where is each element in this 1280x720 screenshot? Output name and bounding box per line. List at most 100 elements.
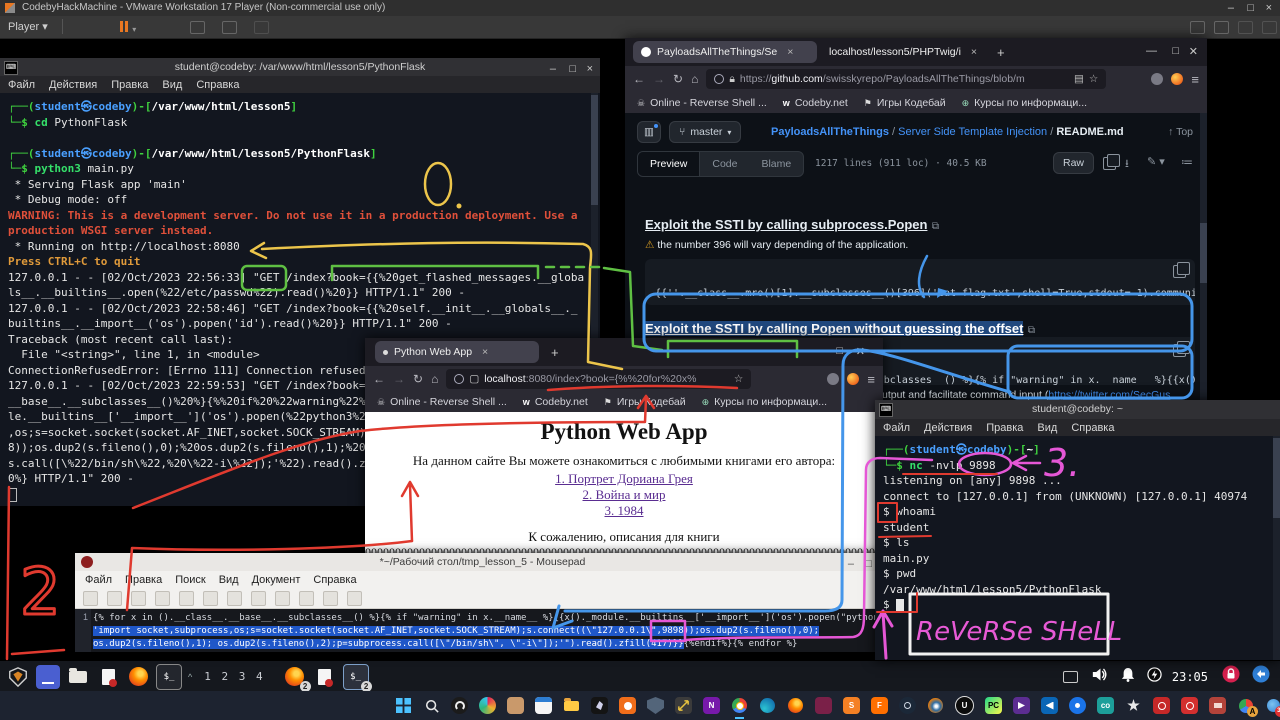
updates-icon[interactable] <box>1252 665 1270 688</box>
taskbar-app-icon-obsidian[interactable] <box>591 697 608 714</box>
menu-item[interactable]: Правка <box>986 422 1023 434</box>
menu-item[interactable]: Файл <box>8 79 35 91</box>
close-button[interactable]: ✕ <box>856 345 865 358</box>
chrome-icon[interactable] <box>731 697 748 714</box>
folder-icon[interactable] <box>66 665 90 689</box>
cut-icon[interactable] <box>251 591 266 606</box>
back-icon[interactable]: ← <box>633 72 645 86</box>
unreal-icon[interactable]: U <box>955 696 974 715</box>
kali-menu-icon[interactable] <box>6 665 30 689</box>
tab-localhost-phptwig[interactable]: localhost/lesson5/PHPTwig/i× <box>821 41 987 63</box>
chrome-profile-icon[interactable]: A <box>1237 697 1254 714</box>
vscode-icon[interactable] <box>1041 697 1058 714</box>
bookmark-star-icon[interactable]: ☆ <box>734 373 743 385</box>
bookmark-item[interactable]: Codeby.net <box>523 396 588 408</box>
reload-icon[interactable]: ↻ <box>673 72 683 86</box>
url-bar[interactable]: ▢ localhost:8080/index?book={%%20for%20x… <box>446 369 751 389</box>
chevron-up-icon[interactable]: ^ <box>188 672 192 682</box>
close-button[interactable]: ✕ <box>1189 45 1198 58</box>
book-link-3[interactable]: 3. 1984 <box>605 503 644 518</box>
menu-hamburger-icon[interactable]: ≡ <box>867 372 875 387</box>
menu-item[interactable]: Файл <box>85 574 112 586</box>
home-icon[interactable]: ⌂ <box>691 72 698 86</box>
running-firefox-icon[interactable]: 2 <box>283 665 307 689</box>
taskbar-app-icon-red[interactable] <box>1209 697 1226 714</box>
tab-blame[interactable]: Blame <box>749 158 803 170</box>
taskbar-app-icon-onenote[interactable]: N <box>703 697 720 714</box>
menu-item[interactable]: Действия <box>49 79 97 91</box>
pycharm-icon[interactable]: PC <box>985 697 1002 714</box>
bookmark-star-icon[interactable]: ☆ <box>1089 73 1098 85</box>
search-replace-icon[interactable] <box>347 591 362 606</box>
vm-device-icon-2[interactable] <box>1214 21 1229 34</box>
copy-code-icon[interactable] <box>1173 265 1186 278</box>
power-manager-icon[interactable] <box>1147 667 1162 687</box>
tab-python-web-app[interactable]: Python Web App× <box>375 341 539 363</box>
search-icon[interactable] <box>323 591 338 606</box>
vmware-player-menu[interactable]: Player ▾ <box>8 20 48 33</box>
tab-close-icon[interactable]: × <box>971 46 977 58</box>
reload-icon[interactable]: ↻ <box>413 372 423 386</box>
screen-lock-icon[interactable] <box>1222 665 1240 688</box>
sidebar-toggle-icon[interactable]: ▥ <box>637 121 661 143</box>
menu-item[interactable]: Справка <box>196 79 239 91</box>
vm-send-cad-icon[interactable] <box>190 21 205 34</box>
tab-code[interactable]: Code <box>700 158 749 170</box>
firefox-launcher-icon[interactable] <box>126 665 150 689</box>
menu-item[interactable]: Поиск <box>175 574 205 586</box>
start-button[interactable] <box>395 697 412 714</box>
pocket-icon[interactable] <box>827 373 839 385</box>
vm-unity-icon[interactable] <box>254 21 269 34</box>
copy-code-icon[interactable] <box>1173 344 1186 357</box>
taskbar-app-icon-f[interactable]: F <box>871 697 888 714</box>
anchor-link-icon[interactable]: ⧉ <box>932 221 939 232</box>
terminal-titlebar[interactable]: ⌨ student@codeby: ~ <box>875 400 1280 419</box>
firefox-icon[interactable] <box>787 697 804 714</box>
bookmark-item[interactable]: Курсы по информаци... <box>962 97 1087 109</box>
tab-preview[interactable]: Preview <box>638 152 700 176</box>
search-icon[interactable] <box>423 697 440 714</box>
taskbar-app-icon-stopwatch[interactable] <box>619 697 636 714</box>
outline-icon[interactable]: ≔ <box>1181 155 1193 169</box>
menu-item[interactable]: Вид <box>162 79 182 91</box>
home-icon[interactable]: ⌂ <box>431 372 438 386</box>
bookmark-item[interactable]: Online - Reverse Shell ... <box>377 396 507 408</box>
visual-studio-icon[interactable] <box>1013 697 1030 714</box>
vm-device-icon-4[interactable] <box>1262 21 1277 34</box>
taskbar-app-icon-slack[interactable] <box>479 697 496 714</box>
undo-icon[interactable] <box>203 591 218 606</box>
vm-fullscreen-icon[interactable] <box>222 21 237 34</box>
bookmark-item[interactable]: Codeby.net <box>783 97 848 109</box>
vm-pause-button[interactable]: ▾ <box>120 21 136 35</box>
book-link-1[interactable]: 1. Портрет Дориана Грея <box>555 471 693 486</box>
tab-close-icon[interactable]: × <box>482 346 488 358</box>
menu-hamburger-icon[interactable]: ≡ <box>1191 72 1199 87</box>
new-tab-button[interactable]: + <box>997 45 1005 60</box>
menu-item[interactable]: Справка <box>313 574 356 586</box>
bookmark-item[interactable]: Online - Reverse Shell ... <box>637 97 767 109</box>
taskbar-app-icon-gear1[interactable] <box>1153 697 1170 714</box>
menu-item[interactable]: Справка <box>1071 422 1114 434</box>
copy-file-icon[interactable] <box>1103 157 1116 170</box>
menu-item[interactable]: Правка <box>111 79 148 91</box>
page-scrollbar[interactable] <box>1200 113 1207 415</box>
volume-icon[interactable] <box>1092 667 1109 687</box>
editor-text[interactable]: {% for x in ().__class__.__base__.__subc… <box>93 612 884 651</box>
anchor-link-icon[interactable]: ⧉ <box>1028 325 1035 336</box>
maximize-button[interactable]: □ <box>1172 45 1179 57</box>
reader-icon[interactable]: ▤ <box>1074 73 1084 85</box>
new-icon[interactable] <box>83 591 98 606</box>
bookmark-item[interactable]: Игры Кодебай <box>864 97 946 109</box>
bookmark-item[interactable]: Игры Кодебай <box>604 396 686 408</box>
file-manager-icon[interactable] <box>36 665 60 689</box>
bookmark-item[interactable]: Курсы по информаци... <box>702 396 827 408</box>
running-terminal-icon[interactable]: $_2 <box>343 664 369 690</box>
blender-icon[interactable] <box>927 697 944 714</box>
taskbar-app-icon-photo[interactable] <box>507 697 524 714</box>
maps-pin-icon[interactable] <box>1069 697 1086 714</box>
mousepad-titlebar[interactable]: *~/Рабочий стол/tmp_lesson_5 - Mousepad … <box>75 553 890 571</box>
paste-icon[interactable] <box>299 591 314 606</box>
back-icon[interactable]: ← <box>373 372 385 386</box>
menu-item[interactable]: Документ <box>252 574 301 586</box>
open-icon[interactable] <box>107 591 122 606</box>
